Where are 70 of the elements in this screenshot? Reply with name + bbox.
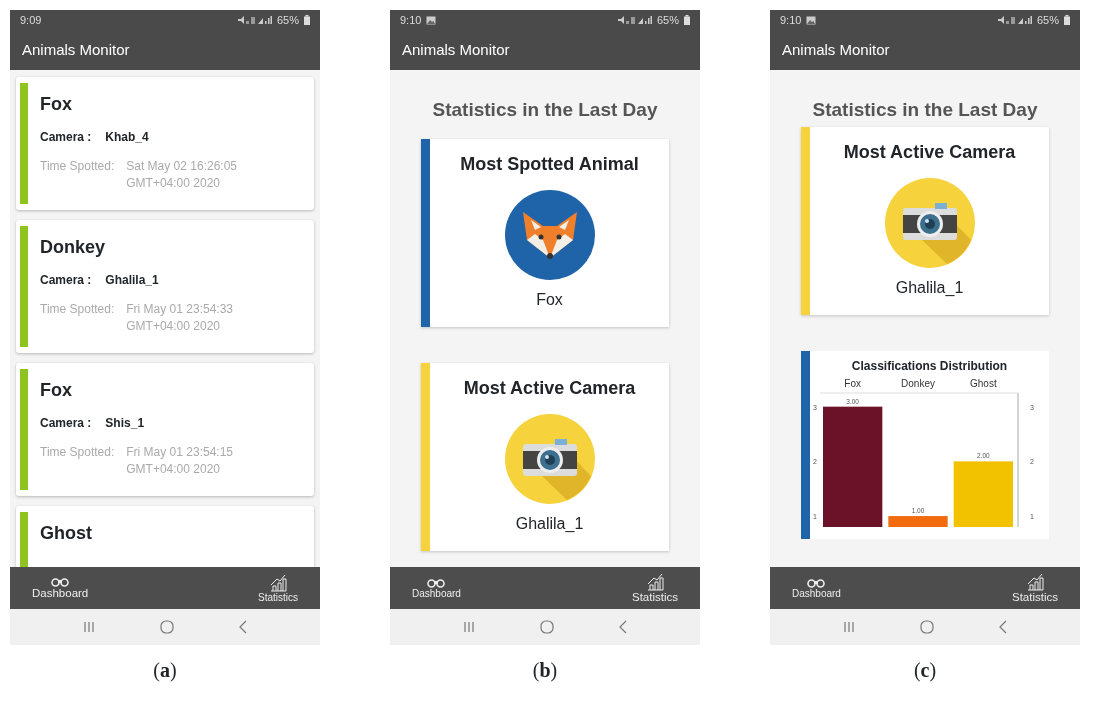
recent-apps-icon [82, 621, 95, 633]
status-time: 9:10 [400, 12, 422, 28]
camera-label: Camera : [40, 129, 92, 146]
chart-title: Classifications Distribution [850, 357, 1009, 375]
animal-name: Fox [40, 379, 73, 402]
time-spotted: Fri May 01 23:54:33 GMT+04:00 2020 [126, 301, 234, 336]
animal-name: Ghost [40, 522, 92, 545]
section-title: Statistics in the Last Day [431, 98, 659, 122]
battery-icon [304, 15, 310, 25]
nav-tab[interactable]: Statistics [632, 572, 678, 604]
time-label: Time Spotted: [40, 301, 115, 318]
category-label: Fox [844, 377, 861, 389]
binoculars-icon [807, 577, 826, 588]
nav-tab[interactable]: Dashboard [792, 577, 841, 599]
battery-icon [684, 15, 690, 25]
recent-apps-icon [462, 621, 475, 633]
chart-icon [269, 573, 287, 592]
status-time: 9:09 [20, 12, 42, 28]
home-icon [160, 620, 174, 634]
app-title: Animals Monitor [782, 39, 890, 60]
nav-tab[interactable]: Dashboard [412, 577, 461, 599]
status-icons-drawing [237, 15, 272, 25]
nav-tab[interactable]: Dashboard [32, 576, 89, 600]
recent-apps-icon [842, 621, 855, 633]
battery-level: 65% [1036, 12, 1059, 28]
camera-name: Shis_1 [105, 415, 145, 432]
figure-caption: (a) [153, 658, 177, 683]
category-label: Donkey [901, 377, 935, 389]
camera-icon [504, 413, 595, 504]
back-icon [999, 620, 1008, 634]
figure-caption: (b) [532, 658, 558, 684]
back-icon [239, 620, 248, 634]
binoculars-icon [51, 576, 70, 587]
time-spotted: Fri May 01 23:54:15 GMT+04:00 2020 [126, 444, 234, 479]
nav-tab[interactable]: Statistics [258, 573, 298, 603]
battery-icon [1064, 15, 1070, 25]
camera-label: Camera : [40, 272, 92, 289]
app-title: Animals Monitor [22, 39, 130, 60]
card-title: Most Spotted Animal [460, 152, 639, 176]
battery-level: 65% [276, 12, 299, 28]
card-value: Ghalila_1 [895, 277, 964, 298]
battery-level: 65% [656, 12, 679, 28]
home-icon [920, 620, 934, 634]
home-icon [540, 620, 554, 634]
card-value: Fox [536, 289, 563, 310]
binoculars-icon [427, 577, 446, 588]
card-title: Most Active Camera [463, 376, 636, 400]
time-label: Time Spotted: [40, 444, 115, 461]
fox-icon [504, 189, 595, 280]
time-spotted: Sat May 02 16:26:05 GMT+04:00 2020 [126, 158, 238, 193]
card-title: Most Active Camera [843, 140, 1016, 164]
animal-name: Fox [40, 93, 73, 116]
section-title: Statistics in the Last Day [811, 98, 1039, 122]
time-label: Time Spotted: [40, 158, 115, 175]
back-icon [619, 620, 628, 634]
status-icons-drawing [617, 15, 652, 25]
camera-label: Camera : [40, 415, 92, 432]
app-title: Animals Monitor [402, 39, 510, 60]
status-icons-drawing [997, 15, 1032, 25]
chart-icon [1026, 572, 1044, 591]
card-value: Ghalila_1 [515, 513, 584, 534]
status-time: 9:10 [780, 12, 802, 28]
nav-tab[interactable]: Statistics [1012, 572, 1058, 604]
camera-name: Khab_4 [105, 129, 149, 146]
figure-caption: (c) [913, 658, 937, 684]
chart-icon [646, 572, 664, 591]
animal-name: Donkey [40, 236, 107, 259]
camera-name: Ghalila_1 [105, 272, 159, 289]
category-label: Ghost [970, 377, 997, 389]
camera-icon [884, 177, 975, 268]
